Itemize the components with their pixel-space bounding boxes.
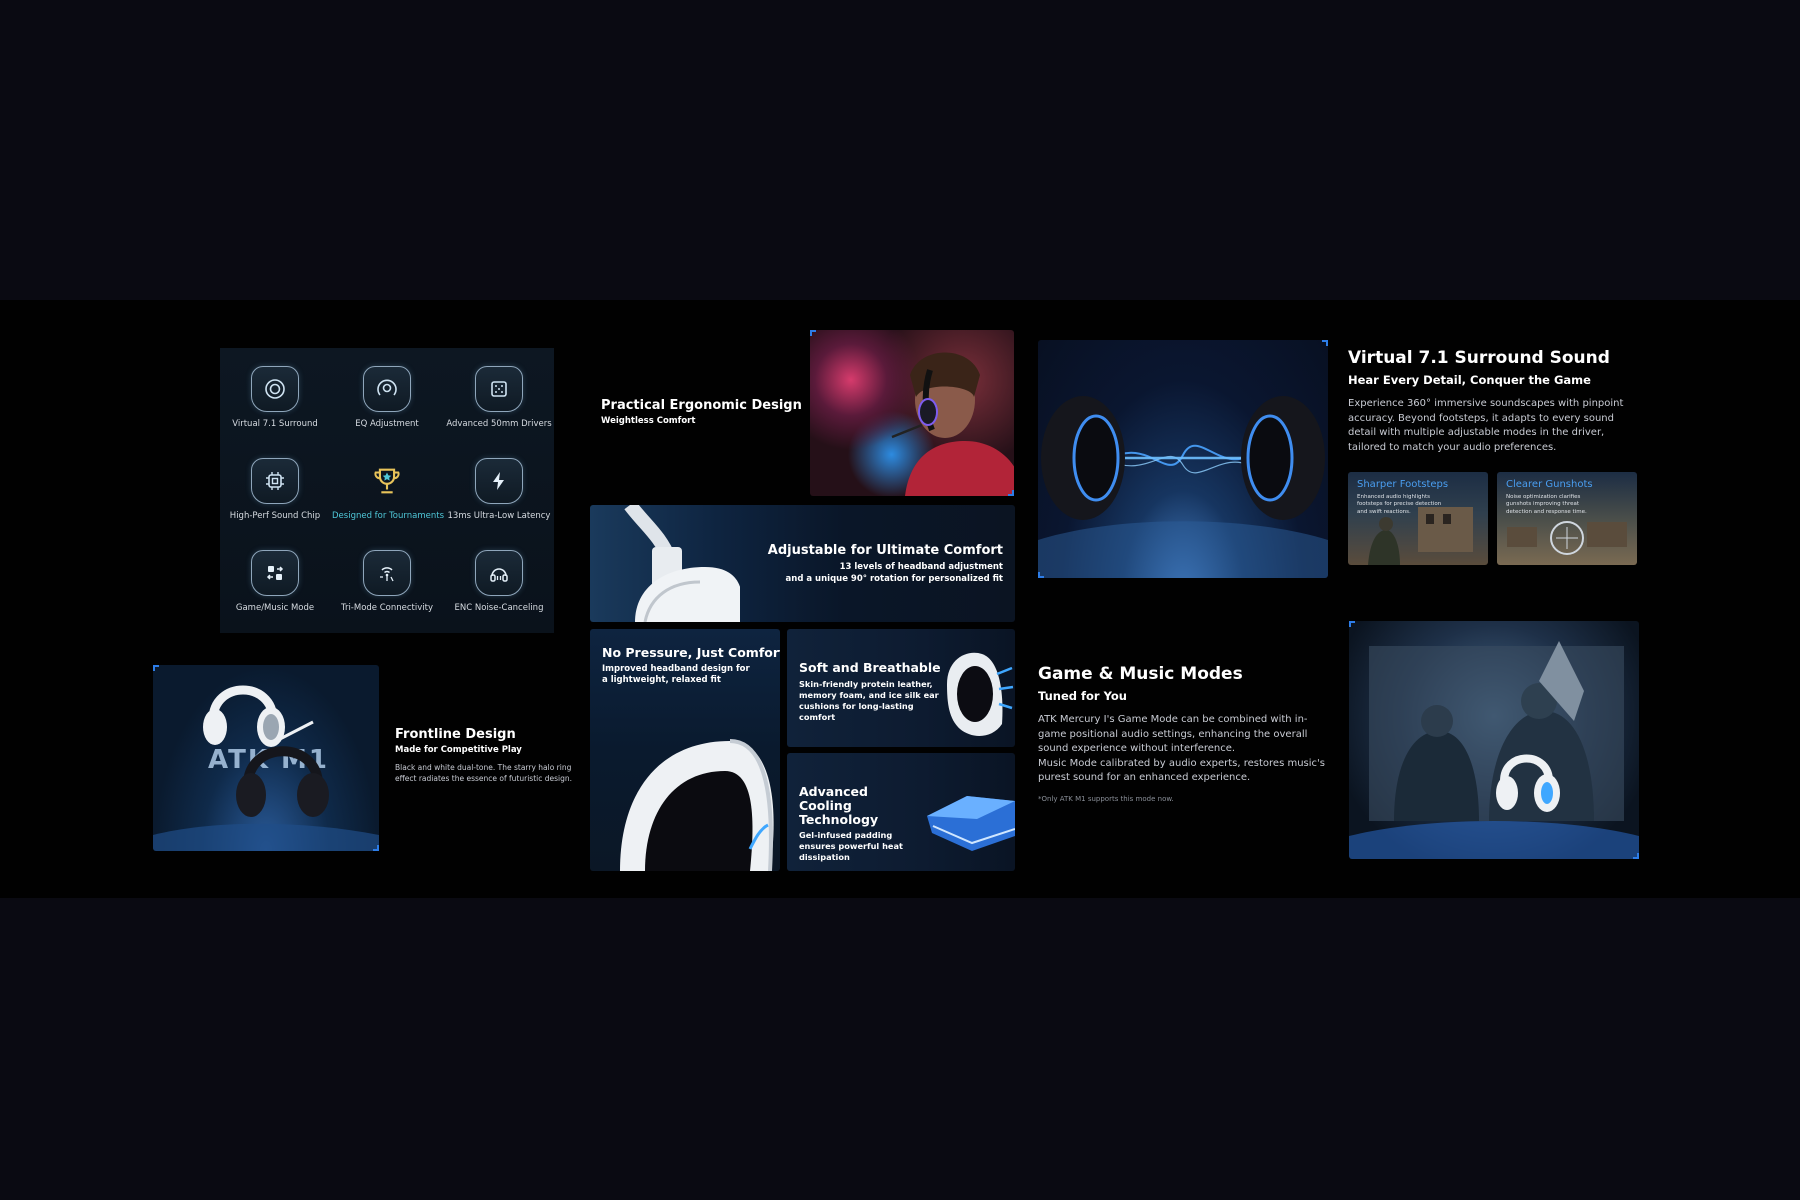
modes-desc-music: Music Mode calibrated by audio experts, …	[1038, 757, 1326, 784]
feature-chip: High-Perf Sound Chip	[220, 458, 330, 521]
corner-accent	[1322, 340, 1328, 346]
soft-desc: Skin-friendly protein leather, memory fo…	[799, 679, 939, 723]
no-pressure-desc: Improved headband design for a lightweig…	[602, 664, 750, 686]
cushion-image	[947, 652, 1014, 736]
frontline-text: Frontline Design Made for Competitive Pl…	[395, 727, 590, 785]
feature-latency: 13ms Ultra-Low Latency	[444, 458, 554, 521]
driver-icon	[475, 366, 523, 412]
modes-title: Game & Music Modes	[1038, 664, 1243, 684]
cooling-text: Advanced Cooling Technology Gel-infused …	[799, 785, 919, 863]
corner-accent	[810, 330, 816, 336]
trophy-icon	[363, 458, 411, 504]
no-pressure-panel: No Pressure, Just Comfort Improved headb…	[590, 629, 780, 871]
footsteps-card: Sharper Footsteps Enhanced audio highlig…	[1348, 472, 1488, 565]
surround-image	[1038, 340, 1328, 578]
adjustable-line2: and a unique 90° rotation for personaliz…	[785, 574, 1003, 584]
adjustable-panel: Adjustable for Ultimate Comfort 13 level…	[590, 505, 1015, 622]
no-pressure-title: No Pressure, Just Comfort	[602, 645, 780, 660]
feature-label: EQ Adjustment	[355, 419, 419, 429]
cooling-title: Advanced Cooling Technology	[799, 784, 879, 827]
feature-tournaments: Designed for Tournaments	[332, 458, 444, 521]
ergonomic-heading: Practical Ergonomic Design Weightless Co…	[601, 398, 802, 426]
corner-accent	[1038, 572, 1044, 578]
cooling-desc: Gel-infused padding ensures powerful hea…	[799, 830, 903, 863]
adjustable-text: Adjustable for Ultimate Comfort 13 level…	[768, 543, 1003, 584]
feature-label: High-Perf Sound Chip	[229, 511, 321, 521]
feature-connectivity: Tri-Mode Connectivity	[332, 550, 442, 613]
surround-title: Virtual 7.1 Surround Sound	[1348, 348, 1610, 368]
soldiers-image	[1349, 621, 1639, 859]
soft-text: Soft and Breathable Skin-friendly protei…	[799, 660, 941, 723]
feature-surround: Virtual 7.1 Surround	[220, 366, 330, 429]
headphone-icon	[475, 550, 523, 596]
corner-accent	[373, 845, 379, 851]
feature-enc: ENC Noise-Canceling	[444, 550, 554, 613]
gamer-photo	[810, 330, 1014, 496]
feature-label: Virtual 7.1 Surround	[232, 419, 318, 429]
lightning-icon	[475, 458, 523, 504]
surround-subtitle: Hear Every Detail, Conquer the Game	[1348, 373, 1591, 387]
feature-label: Advanced 50mm Drivers	[446, 419, 552, 429]
modes-subtitle: Tuned for You	[1038, 689, 1127, 703]
ergonomic-title: Practical Ergonomic Design	[601, 398, 802, 413]
wireless-icon	[363, 550, 411, 596]
adjustable-line1: 13 levels of headband adjustment	[839, 562, 1003, 572]
modes-note: *Only ATK M1 supports this mode now.	[1038, 794, 1174, 803]
modes-desc-game: ATK Mercury I's Game Mode can be combine…	[1038, 714, 1308, 754]
gunshots-card-desc: Noise optimization clarifies gunshots im…	[1506, 494, 1587, 515]
feature-grid: Virtual 7.1 Surround EQ Adjustment Advan…	[220, 348, 554, 633]
corner-accent	[1633, 853, 1639, 859]
frontline-title: Frontline Design	[395, 727, 516, 742]
feature-label: Tri-Mode Connectivity	[341, 603, 433, 613]
feature-label: ENC Noise-Canceling	[454, 603, 544, 613]
gunshots-card-title: Clearer Gunshots	[1506, 479, 1593, 490]
corner-accent	[1349, 621, 1355, 627]
surround-icon	[251, 366, 299, 412]
corner-accent	[153, 665, 159, 671]
feature-label: 13ms Ultra-Low Latency	[447, 511, 551, 521]
footsteps-card-title: Sharper Footsteps	[1357, 479, 1449, 490]
feature-label: Designed for Tournaments	[332, 511, 444, 521]
mode-switch-icon	[251, 550, 299, 596]
surround-desc: Experience 360° immersive soundscapes wi…	[1348, 398, 1624, 453]
feature-label: Game/Music Mode	[235, 603, 315, 613]
headband-image	[624, 505, 740, 622]
feature-drivers: Advanced 50mm Drivers	[444, 366, 554, 429]
cooling-gel-image	[927, 796, 1015, 851]
eq-icon	[363, 366, 411, 412]
gunshots-card: Clearer Gunshots Noise optimization clar…	[1497, 472, 1637, 565]
feature-mode: Game/Music Mode	[220, 550, 330, 613]
chip-icon	[251, 458, 299, 504]
frontline-panel: ATK M1	[153, 665, 379, 851]
soft-panel: Soft and Breathable Skin-friendly protei…	[787, 629, 1015, 747]
adjustable-title: Adjustable for Ultimate Comfort	[767, 543, 1003, 558]
frontline-subtitle: Made for Competitive Play	[395, 745, 522, 755]
ergonomic-subtitle: Weightless Comfort	[601, 416, 696, 426]
headsets-image	[153, 685, 379, 851]
no-pressure-text: No Pressure, Just Comfort Improved headb…	[602, 645, 780, 687]
modes-section: Game & Music Modes Tuned for You ATK Mer…	[1038, 664, 1328, 804]
footsteps-card-desc: Enhanced audio highlights footsteps for …	[1357, 494, 1442, 515]
cooling-panel: Advanced Cooling Technology Gel-infused …	[787, 753, 1015, 871]
corner-accent	[1008, 490, 1014, 496]
soft-title: Soft and Breathable	[799, 660, 941, 675]
feature-eq: EQ Adjustment	[332, 366, 442, 429]
surround-section: Virtual 7.1 Surround Sound Hear Every De…	[1348, 348, 1638, 455]
earcup-image	[620, 739, 774, 871]
frontline-desc: Black and white dual-tone. The starry ha…	[395, 763, 572, 783]
